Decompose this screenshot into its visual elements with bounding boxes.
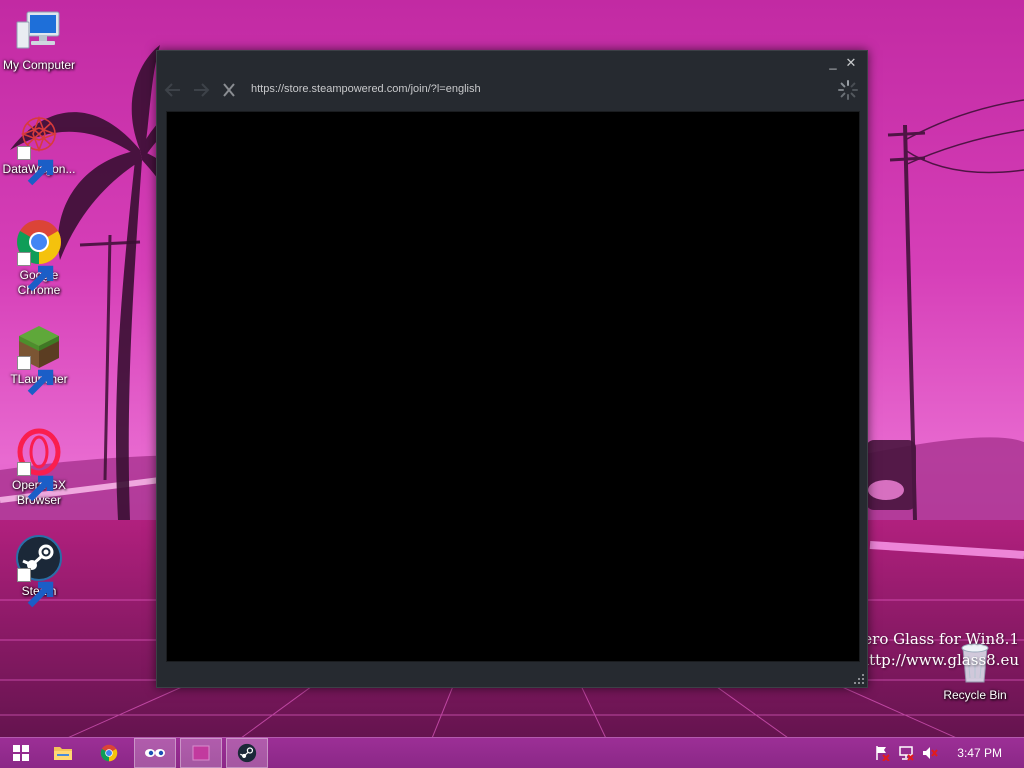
taskbar-app-2[interactable] (180, 738, 222, 768)
close-x-icon (223, 83, 235, 97)
desktop-icon-datawagon[interactable]: DataWagon... (0, 112, 78, 186)
network-icon[interactable] (898, 745, 914, 761)
back-button[interactable] (163, 81, 183, 99)
desktop-icon-label: My Computer (2, 58, 76, 72)
taskbar-steam[interactable] (226, 738, 268, 768)
desktop-icon-label: Recycle Bin (943, 688, 1007, 702)
chrome-icon (15, 218, 63, 292)
window-icon (192, 745, 210, 761)
volume-muted-icon[interactable] (922, 745, 938, 761)
close-button[interactable]: ✕ (843, 55, 859, 71)
shortcut-arrow-icon (17, 568, 54, 608)
arrow-right-icon (194, 83, 210, 97)
desktop-icon-google-chrome[interactable]: Google Chrome (0, 218, 78, 298)
minimize-button[interactable]: _ (825, 55, 841, 71)
url-address[interactable]: https://store.steampowered.com/join/?l=e… (251, 82, 481, 96)
aero-glass-watermark: Aero Glass for Win8.1 http://www.glass8.… (852, 629, 1019, 671)
eyes-icon (145, 749, 165, 757)
steam-icon (237, 743, 257, 763)
arrow-left-icon (164, 83, 180, 97)
steam-browser-window[interactable]: _ ✕ https://store.steampowered.com/join/… (156, 50, 868, 688)
shortcut-arrow-icon (17, 356, 54, 396)
browser-content-area[interactable] (166, 111, 860, 662)
shortcut-arrow-icon (17, 146, 54, 186)
datawagon-icon (15, 112, 63, 186)
steam-icon (15, 534, 63, 608)
desktop-icon-my-computer[interactable]: My Computer (0, 8, 78, 73)
taskbar-app-1[interactable] (134, 738, 176, 768)
taskbar: 3:47 PM (0, 737, 1024, 768)
watermark-line-2: http://www.glass8.eu (859, 651, 1019, 669)
watermark-line-1: Aero Glass for Win8.1 (852, 630, 1019, 648)
loading-spinner-icon (838, 80, 858, 100)
stop-loading-button[interactable] (219, 81, 239, 99)
computer-icon (15, 8, 63, 56)
chrome-icon (100, 744, 118, 762)
opera-gx-icon (15, 428, 63, 502)
taskbar-google-chrome[interactable] (88, 738, 130, 768)
taskbar-clock[interactable]: 3:47 PM (957, 746, 1002, 760)
shortcut-arrow-icon (17, 252, 54, 292)
shortcut-arrow-icon (17, 462, 54, 502)
windows-logo-icon (13, 745, 29, 761)
forward-button[interactable] (191, 81, 211, 99)
taskbar-file-explorer[interactable] (42, 738, 84, 768)
desktop-icon-opera-gx[interactable]: Opera GX Browser (0, 428, 78, 508)
desktop-icon-steam[interactable]: Steam (0, 534, 78, 608)
action-center-flag-icon[interactable] (874, 745, 890, 761)
folder-icon (54, 747, 72, 760)
desktop-icon-tlauncher[interactable]: TLauncher (0, 322, 78, 396)
resize-grip-icon[interactable] (853, 673, 865, 685)
grass-block-icon (15, 322, 63, 396)
start-button[interactable] (0, 738, 42, 768)
